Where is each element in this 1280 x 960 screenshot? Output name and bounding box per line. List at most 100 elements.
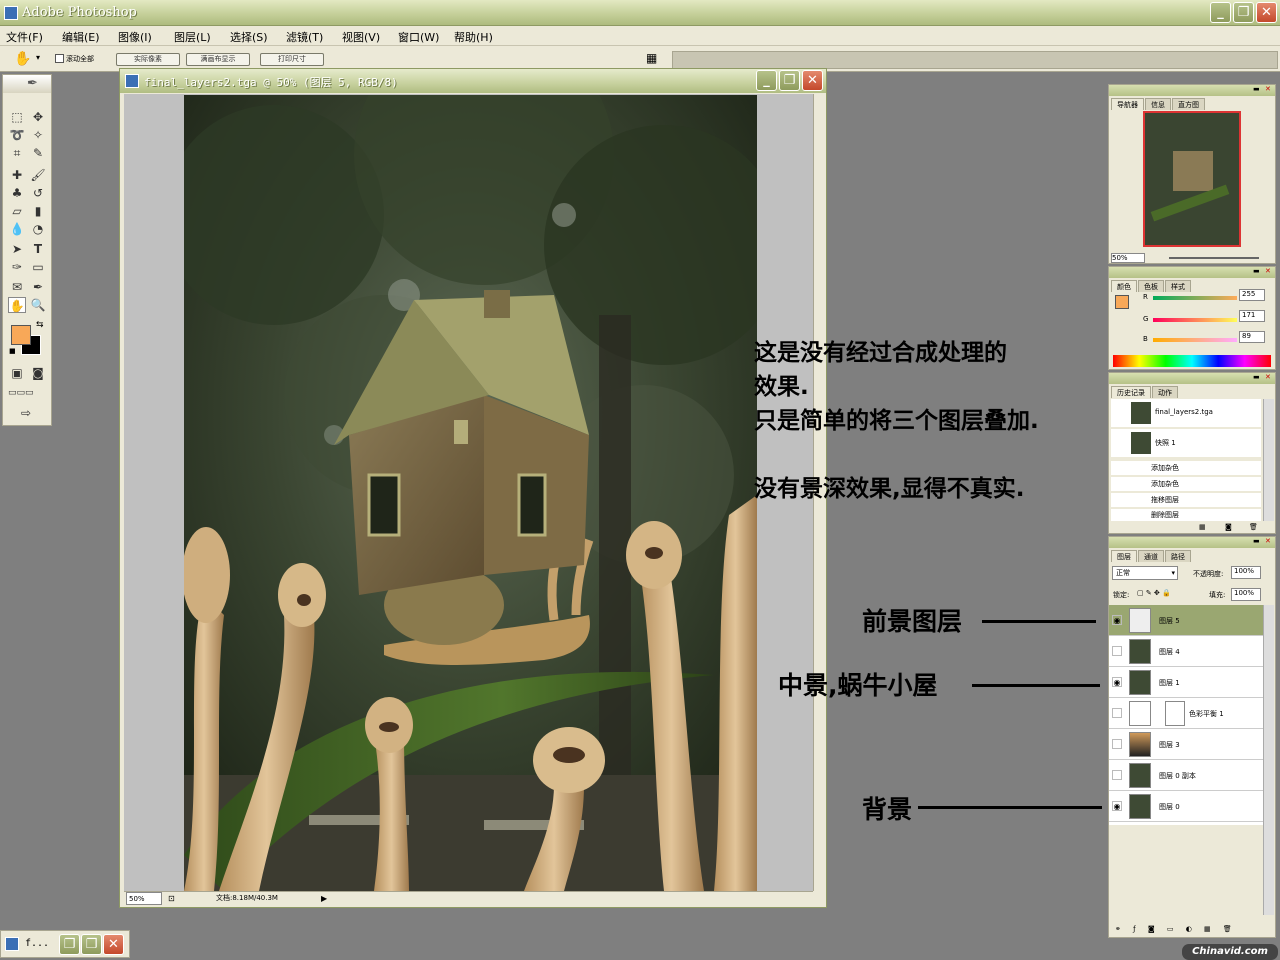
menu-file[interactable]: 文件(F) bbox=[6, 29, 43, 45]
blur-tool-icon[interactable]: 💧 bbox=[8, 221, 26, 237]
channel-b-value[interactable]: 89 bbox=[1239, 331, 1265, 343]
layer-visibility-eye-icon[interactable] bbox=[1112, 770, 1122, 780]
layer-visibility-eye-icon[interactable]: ◉ bbox=[1112, 615, 1122, 625]
menu-select[interactable]: 选择(S) bbox=[230, 29, 268, 45]
adjustment-layer-icon[interactable]: ◐ bbox=[1186, 925, 1192, 933]
color-panel-swatch[interactable] bbox=[1115, 295, 1129, 309]
gradient-tool-icon[interactable]: ▮ bbox=[29, 203, 47, 219]
swap-colors-icon[interactable]: ⇆ bbox=[36, 320, 44, 330]
file-browser-icon[interactable]: ▦ bbox=[646, 51, 657, 65]
minimize-button[interactable]: _ bbox=[1210, 2, 1231, 23]
menu-edit[interactable]: 编辑(E) bbox=[62, 29, 100, 45]
layer-style-icon[interactable]: ƒ bbox=[1133, 925, 1135, 933]
layer-row[interactable]: ◉ 图层 1 bbox=[1109, 667, 1263, 698]
tab-swatches[interactable]: 色板 bbox=[1138, 280, 1164, 292]
delete-layer-icon[interactable]: 🗑 bbox=[1223, 925, 1232, 933]
eyedropper-tool-icon[interactable]: ✒ bbox=[29, 279, 47, 295]
menu-image[interactable]: 图像(I) bbox=[118, 29, 152, 45]
tab-channels[interactable]: 通道 bbox=[1138, 550, 1164, 562]
menu-filter[interactable]: 滤镜(T) bbox=[286, 29, 323, 45]
minimized-document[interactable]: f... ❐ ❐ ✕ bbox=[0, 930, 130, 958]
menu-view[interactable]: 视图(V) bbox=[342, 29, 380, 45]
min-doc-close-button[interactable]: ✕ bbox=[103, 934, 124, 955]
layer-mask-icon[interactable]: ◙ bbox=[1148, 925, 1155, 933]
screen-mode-icon[interactable]: ▭▭▭ bbox=[8, 385, 34, 401]
tab-history[interactable]: 历史记录 bbox=[1111, 386, 1151, 398]
standard-mode-icon[interactable]: ▣ bbox=[8, 365, 26, 381]
actual-pixels-button[interactable]: 实际像素 bbox=[116, 53, 180, 66]
layer-row[interactable]: 图层 4 bbox=[1109, 636, 1263, 667]
history-new-doc-icon[interactable]: ▦ bbox=[1199, 523, 1206, 531]
tab-color[interactable]: 颜色 bbox=[1111, 280, 1137, 292]
default-colors-icon[interactable]: ■ bbox=[9, 347, 16, 355]
doc-maximize-button[interactable]: ❐ bbox=[779, 70, 800, 91]
layer-row[interactable]: 图层 3 bbox=[1109, 729, 1263, 760]
panel-close-icon[interactable]: ✕ bbox=[1265, 85, 1271, 93]
channel-r-value[interactable]: 255 bbox=[1239, 289, 1265, 301]
jump-to-imageready-icon[interactable]: ⇨ bbox=[17, 405, 35, 421]
stamp-tool-icon[interactable]: ♣ bbox=[8, 185, 26, 201]
min-doc-restore-button[interactable]: ❐ bbox=[59, 934, 80, 955]
channel-g-value[interactable]: 171 bbox=[1239, 310, 1265, 322]
type-tool-icon[interactable]: T bbox=[29, 241, 47, 257]
history-snapshot-1[interactable]: final_layers2.tga bbox=[1111, 399, 1261, 427]
history-step-3[interactable]: 拖移图层 bbox=[1111, 493, 1261, 507]
layer-visibility-eye-icon[interactable]: ◉ bbox=[1112, 677, 1122, 687]
menu-layer[interactable]: 图层(L) bbox=[174, 29, 211, 45]
quick-mask-icon[interactable]: ◙ bbox=[29, 365, 47, 381]
tab-navigator[interactable]: 导航器 bbox=[1111, 98, 1144, 110]
zoom-tool-icon[interactable]: 🔍 bbox=[29, 297, 47, 313]
doc-close-button[interactable]: ✕ bbox=[802, 70, 823, 91]
dodge-tool-icon[interactable]: ◔ bbox=[29, 221, 47, 237]
tab-histogram[interactable]: 直方图 bbox=[1172, 98, 1205, 110]
layer-row[interactable]: ◉ 图层 5 bbox=[1109, 605, 1263, 636]
tab-info[interactable]: 信息 bbox=[1145, 98, 1171, 110]
tab-layers[interactable]: 图层 bbox=[1111, 550, 1137, 562]
foreground-color-swatch[interactable] bbox=[11, 325, 31, 345]
new-layer-icon[interactable]: ▦ bbox=[1204, 925, 1211, 933]
lock-icons[interactable]: ▢ ✎ ✥ 🔒 bbox=[1137, 589, 1171, 597]
menu-window[interactable]: 窗口(W) bbox=[398, 29, 439, 45]
document-image[interactable] bbox=[184, 95, 757, 891]
color-panel-close-icon[interactable]: ✕ bbox=[1265, 267, 1271, 275]
shape-tool-icon[interactable]: ▭ bbox=[29, 259, 47, 275]
magic-wand-tool-icon[interactable]: ✧ bbox=[29, 127, 47, 143]
min-doc-maximize-button[interactable]: ❐ bbox=[81, 934, 102, 955]
layers-scrollbar[interactable] bbox=[1263, 605, 1274, 915]
healing-tool-icon[interactable]: ✚ bbox=[8, 167, 26, 183]
history-trash-icon[interactable]: 🗑 bbox=[1249, 523, 1258, 531]
navigator-zoom-slider[interactable] bbox=[1169, 257, 1259, 259]
tool-preset-chevron-icon[interactable]: ▾ bbox=[36, 53, 40, 62]
navigator-thumbnail[interactable] bbox=[1143, 111, 1241, 247]
color-spectrum-bar[interactable] bbox=[1113, 355, 1271, 367]
layers-minimize-icon[interactable]: ▬ bbox=[1253, 537, 1260, 545]
history-step-1[interactable]: 添加杂色 bbox=[1111, 461, 1261, 475]
history-brush-icon[interactable]: ↺ bbox=[29, 185, 47, 201]
fill-field[interactable]: 100% bbox=[1231, 588, 1261, 601]
layer-visibility-eye-icon[interactable] bbox=[1112, 646, 1122, 656]
tab-paths[interactable]: 路径 bbox=[1165, 550, 1191, 562]
maximize-button[interactable]: ❐ bbox=[1233, 2, 1254, 23]
hand-tool-box-icon[interactable]: ✋ bbox=[8, 297, 26, 313]
notes-tool-icon[interactable]: ✉ bbox=[8, 279, 26, 295]
slice-tool-icon[interactable]: ✎ bbox=[29, 145, 47, 161]
tab-styles[interactable]: 样式 bbox=[1165, 280, 1191, 292]
layer-row[interactable]: 色彩平衡 1 bbox=[1109, 698, 1263, 729]
path-select-tool-icon[interactable]: ➤ bbox=[8, 241, 26, 257]
link-layers-icon[interactable]: ⚭ bbox=[1115, 925, 1121, 933]
history-snapshot-2[interactable]: 快照 1 bbox=[1111, 429, 1261, 457]
panel-minimize-icon[interactable]: ▬ bbox=[1253, 85, 1260, 93]
crop-tool-icon[interactable]: ⌗ bbox=[8, 145, 26, 161]
eraser-tool-icon[interactable]: ▱ bbox=[8, 203, 26, 219]
menu-help[interactable]: 帮助(H) bbox=[454, 29, 493, 45]
history-minimize-icon[interactable]: ▬ bbox=[1253, 373, 1260, 381]
layer-row[interactable]: ◉ 图层 0 bbox=[1109, 791, 1263, 822]
history-close-icon[interactable]: ✕ bbox=[1265, 373, 1271, 381]
layer-row[interactable]: 图层 0 副本 bbox=[1109, 760, 1263, 791]
navigator-zoom[interactable]: 50% bbox=[1111, 253, 1145, 263]
canvas-area[interactable] bbox=[124, 94, 813, 891]
layer-visibility-eye-icon[interactable]: ◉ bbox=[1112, 801, 1122, 811]
color-panel-minimize-icon[interactable]: ▬ bbox=[1253, 267, 1260, 275]
move-tool-icon[interactable]: ✥ bbox=[29, 109, 47, 125]
layers-close-icon[interactable]: ✕ bbox=[1265, 537, 1271, 545]
